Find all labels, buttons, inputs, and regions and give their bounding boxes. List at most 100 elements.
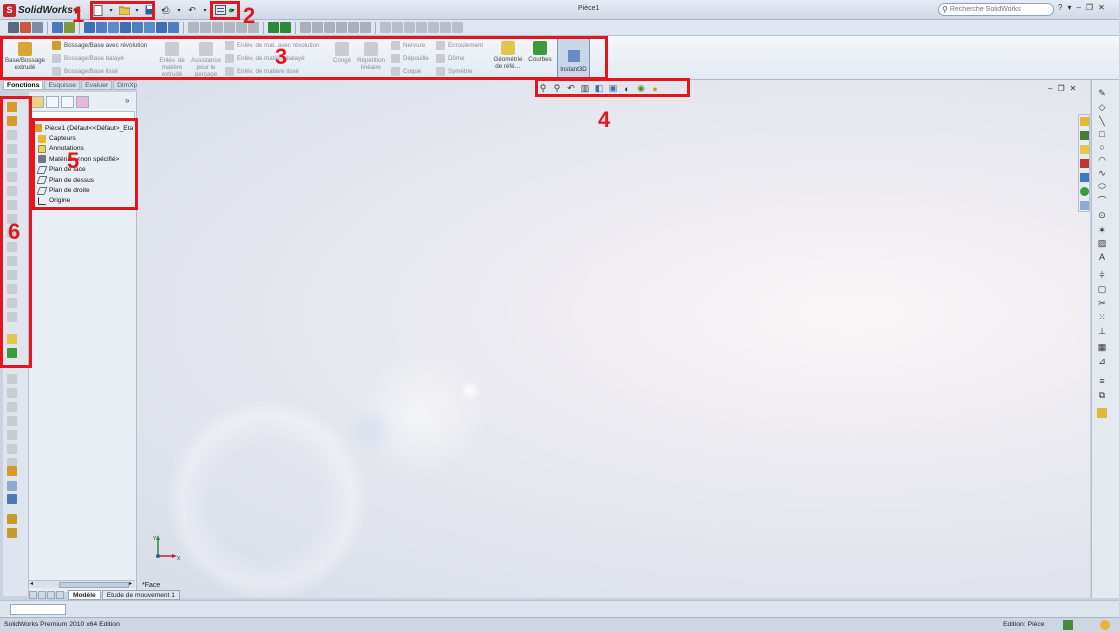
tool-icon-k[interactable]	[428, 22, 439, 33]
help-icon[interactable]: ?	[1058, 3, 1062, 12]
appearances-icon[interactable]	[1080, 187, 1089, 196]
grid-icon[interactable]: ▦	[1097, 342, 1107, 352]
tool-icon[interactable]	[7, 514, 17, 524]
dropdown-arrow-icon[interactable]: ▾	[1067, 3, 1071, 12]
tool-icon[interactable]	[7, 402, 17, 412]
file-explorer-icon[interactable]	[1080, 145, 1089, 154]
tool-icon[interactable]	[7, 494, 17, 504]
help-icon[interactable]	[1063, 620, 1073, 630]
tool-icon-i[interactable]	[404, 22, 415, 33]
tool-icon[interactable]	[7, 416, 17, 426]
tool-icon[interactable]	[7, 481, 17, 491]
layers-icon[interactable]: ≡	[1097, 376, 1107, 386]
line-icon[interactable]: ╲	[1097, 116, 1107, 126]
scroll-left-icon[interactable]: ◂	[30, 580, 33, 587]
arc-icon[interactable]: ◠	[1097, 155, 1107, 165]
tool-icon-f[interactable]	[360, 22, 371, 33]
restore-icon[interactable]: ❐	[1086, 3, 1093, 12]
text-icon[interactable]: A	[1097, 252, 1107, 262]
design-library-icon[interactable]	[1080, 131, 1089, 140]
property-manager-tab-icon[interactable]	[46, 96, 59, 108]
plane-icon[interactable]: ▨	[1097, 238, 1107, 248]
tab-motion-study[interactable]: Etude de mouvement 1	[101, 590, 180, 600]
last-tab-icon[interactable]	[56, 591, 64, 599]
prev-tab-icon[interactable]	[38, 591, 46, 599]
view-back-icon[interactable]	[96, 22, 107, 33]
view-iso-icon[interactable]	[156, 22, 167, 33]
tool-icon-a[interactable]	[300, 22, 311, 33]
resources-icon[interactable]	[1080, 117, 1089, 126]
tool-icon-e[interactable]	[348, 22, 359, 33]
tool-icon-h[interactable]	[392, 22, 403, 33]
tool-icon-c[interactable]	[324, 22, 335, 33]
tool-icon-d[interactable]	[336, 22, 347, 33]
view-right-icon[interactable]	[120, 22, 131, 33]
cut-icon[interactable]	[20, 22, 31, 33]
feature-icon-d[interactable]	[224, 22, 235, 33]
tab-evaluer[interactable]: Evaluer	[81, 80, 113, 90]
trim-icon[interactable]: ✂	[1097, 298, 1107, 308]
restore-icon[interactable]: ❐	[1057, 84, 1064, 93]
rectangle-icon[interactable]: □	[1097, 129, 1107, 139]
repair-icon[interactable]: ⊿	[1097, 356, 1107, 366]
tab-fonctions[interactable]: Fonctions	[3, 80, 44, 90]
search-input[interactable]	[949, 6, 1046, 13]
feature-tree-tab-icon[interactable]	[31, 96, 44, 108]
tool-icon[interactable]	[7, 528, 17, 538]
print-icon[interactable]: ⎙	[160, 4, 172, 16]
smart-dimension-icon[interactable]: ◇	[1097, 102, 1107, 112]
view-left-icon[interactable]	[108, 22, 119, 33]
view-palette-icon[interactable]	[1080, 173, 1089, 182]
tool-icon-g[interactable]	[380, 22, 391, 33]
expand-panel-icon[interactable]: »	[125, 96, 129, 105]
tool-icon[interactable]	[7, 374, 17, 384]
view-top-icon[interactable]	[132, 22, 143, 33]
tool-icon[interactable]	[7, 444, 17, 454]
next-tab-icon[interactable]	[47, 591, 55, 599]
instant3d-tool-icon[interactable]	[7, 466, 17, 476]
select-filter-icon[interactable]	[52, 22, 63, 33]
feature-icon-b[interactable]	[200, 22, 211, 33]
curve-icon[interactable]	[280, 22, 291, 33]
sketch-picture-icon[interactable]: ⧉	[1097, 390, 1107, 400]
circle-icon[interactable]: ○	[1097, 142, 1107, 152]
tool-icon-l[interactable]	[440, 22, 451, 33]
point-icon[interactable]: ✶	[1097, 225, 1107, 235]
relations-icon[interactable]: ⊥	[1097, 326, 1107, 336]
mirror-icon[interactable]: ⫩	[1097, 270, 1107, 280]
feature-icon-a[interactable]	[188, 22, 199, 33]
undo-icon[interactable]: ↶	[186, 4, 198, 16]
view-front-icon[interactable]	[84, 22, 95, 33]
tool-icon-b[interactable]	[312, 22, 323, 33]
tool-icon-m[interactable]	[452, 22, 463, 33]
search-icon[interactable]: ⚲	[942, 5, 948, 14]
feature-manager-scrollbar[interactable]: ◂ ▸	[29, 580, 135, 588]
configuration-select[interactable]	[10, 604, 66, 615]
first-tab-icon[interactable]	[29, 591, 37, 599]
tab-modele[interactable]: Modèle	[68, 590, 101, 600]
pattern-icon[interactable]: ⁙	[1097, 312, 1107, 322]
search-box[interactable]: ⚲	[938, 3, 1054, 16]
sketch-tool-icon[interactable]: ✎	[1097, 88, 1107, 98]
view-bottom-icon[interactable]	[144, 22, 155, 33]
minimize-icon[interactable]: –	[1048, 84, 1052, 93]
feature-icon-c[interactable]	[212, 22, 223, 33]
tool-icon[interactable]	[7, 388, 17, 398]
solidworks-logo[interactable]: S SolidWorks ▶	[3, 3, 81, 17]
ellipse-icon[interactable]: ⬭	[1097, 181, 1107, 191]
search-results-icon[interactable]	[1080, 159, 1089, 168]
scroll-right-icon[interactable]: ▸	[129, 580, 132, 587]
camera-icon[interactable]	[8, 22, 19, 33]
block-icon[interactable]	[1097, 408, 1107, 418]
tab-esquisse[interactable]: Esquisse	[44, 80, 81, 90]
copy-icon[interactable]	[32, 22, 43, 33]
scrollbar-thumb[interactable]	[59, 582, 129, 588]
view-normal-icon[interactable]	[168, 22, 179, 33]
tool-icon-j[interactable]	[416, 22, 427, 33]
offset-icon[interactable]: ▢	[1097, 284, 1107, 294]
spline-icon[interactable]: ∿	[1097, 168, 1107, 178]
spline-icon[interactable]	[268, 22, 279, 33]
rebuild-icon[interactable]	[1100, 620, 1110, 630]
dimxpert-manager-tab-icon[interactable]	[76, 96, 89, 108]
close-icon[interactable]: ✕	[1098, 3, 1105, 12]
